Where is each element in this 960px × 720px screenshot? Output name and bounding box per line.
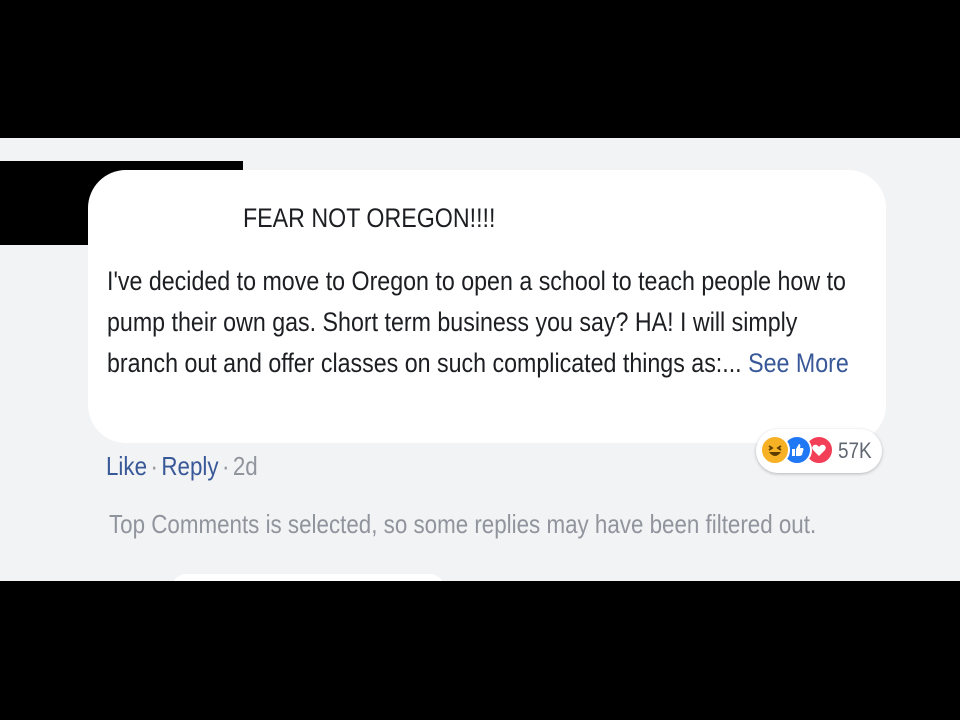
comment-screen: FEAR NOT OREGON!!!! I've decided to move… bbox=[0, 138, 960, 581]
comment-actions: Like · Reply · 2d bbox=[106, 449, 258, 483]
comment-header: FEAR NOT OREGON!!!! bbox=[243, 203, 496, 233]
haha-icon bbox=[760, 435, 790, 465]
comment-bubble: FEAR NOT OREGON!!!! I've decided to move… bbox=[88, 170, 886, 443]
comment-body-text: I've decided to move to Oregon to open a… bbox=[107, 266, 846, 378]
filter-notice: Top Comments is selected, so some replie… bbox=[109, 509, 817, 539]
separator-dot: · bbox=[221, 451, 230, 481]
separator-dot: · bbox=[150, 451, 158, 481]
reactions-summary[interactable]: 57K bbox=[756, 429, 882, 473]
like-button[interactable]: Like bbox=[106, 451, 147, 481]
comment-body: I've decided to move to Oregon to open a… bbox=[107, 261, 864, 384]
reaction-count: 57K bbox=[838, 438, 872, 463]
next-comment-card bbox=[172, 574, 444, 581]
comment-timestamp[interactable]: 2d bbox=[233, 451, 258, 481]
see-more-link[interactable]: See More bbox=[748, 348, 849, 378]
reply-button[interactable]: Reply bbox=[161, 451, 218, 481]
